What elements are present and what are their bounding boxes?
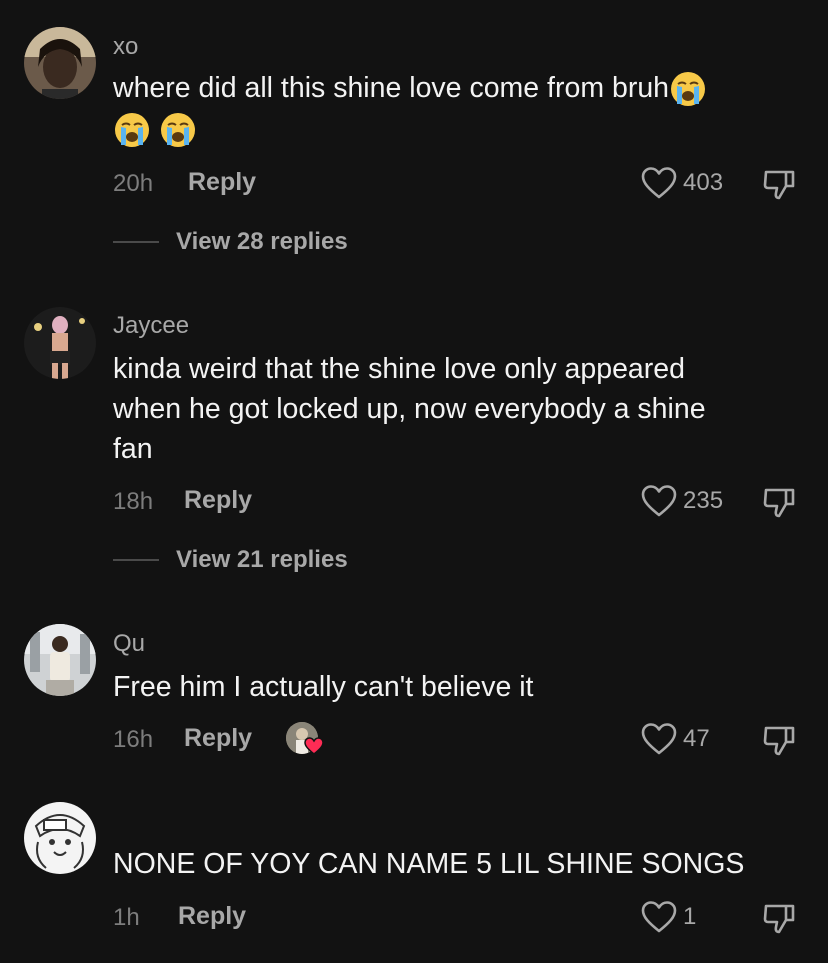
heart-icon (641, 901, 677, 933)
dislike-button[interactable] (762, 484, 798, 525)
loudly-crying-face-icon (159, 111, 197, 149)
heart-badge-icon (304, 737, 324, 755)
like-count: 235 (683, 487, 724, 514)
like-button[interactable]: 235 (641, 484, 723, 518)
heart-icon (641, 167, 677, 199)
like-button[interactable]: 403 (641, 166, 723, 200)
loudly-crying-face-icon (669, 70, 707, 108)
timestamp: 16h (113, 726, 154, 753)
dislike-button[interactable] (762, 722, 798, 763)
username[interactable]: Qu (113, 630, 145, 658)
avatar[interactable] (24, 27, 96, 99)
thumbs-down-icon (763, 726, 795, 756)
comment-text: kinda weird that the shine love only app… (113, 353, 706, 465)
comment-text: NONE OF YOY CAN NAME 5 LIL SHINE SONGS (113, 848, 745, 880)
avatar[interactable] (24, 307, 96, 379)
avatar[interactable] (24, 802, 96, 874)
reply-button[interactable]: Reply (188, 168, 256, 197)
divider (113, 559, 159, 561)
divider (113, 241, 159, 243)
like-count: 47 (683, 725, 710, 752)
loudly-crying-face-icon (113, 111, 151, 149)
heart-icon (641, 723, 677, 755)
username[interactable]: xo (113, 33, 138, 61)
timestamp: 1h (113, 904, 140, 931)
reply-button[interactable]: Reply (184, 724, 252, 753)
heart-icon (641, 485, 677, 517)
comment-text: Free him I actually can't believe it (113, 671, 534, 703)
like-button[interactable]: 47 (641, 722, 710, 756)
username[interactable]: Jaycee (113, 312, 189, 340)
view-replies-button[interactable]: View 21 replies (113, 546, 348, 574)
thumbs-down-icon (763, 904, 795, 934)
view-replies-button[interactable]: View 28 replies (113, 228, 348, 256)
comment-text: where did all this shine love come from … (113, 68, 793, 149)
reply-button[interactable]: Reply (184, 486, 252, 515)
dislike-button[interactable] (762, 900, 798, 941)
like-count: 403 (683, 169, 724, 196)
timestamp: 20h (113, 170, 154, 197)
timestamp: 18h (113, 488, 154, 515)
like-button[interactable]: 1 (641, 900, 696, 934)
thumbs-down-icon (763, 488, 795, 518)
reply-button[interactable]: Reply (178, 902, 246, 931)
like-count: 1 (683, 903, 697, 930)
avatar[interactable] (24, 624, 96, 696)
thumbs-down-icon (763, 170, 795, 200)
dislike-button[interactable] (762, 166, 798, 207)
